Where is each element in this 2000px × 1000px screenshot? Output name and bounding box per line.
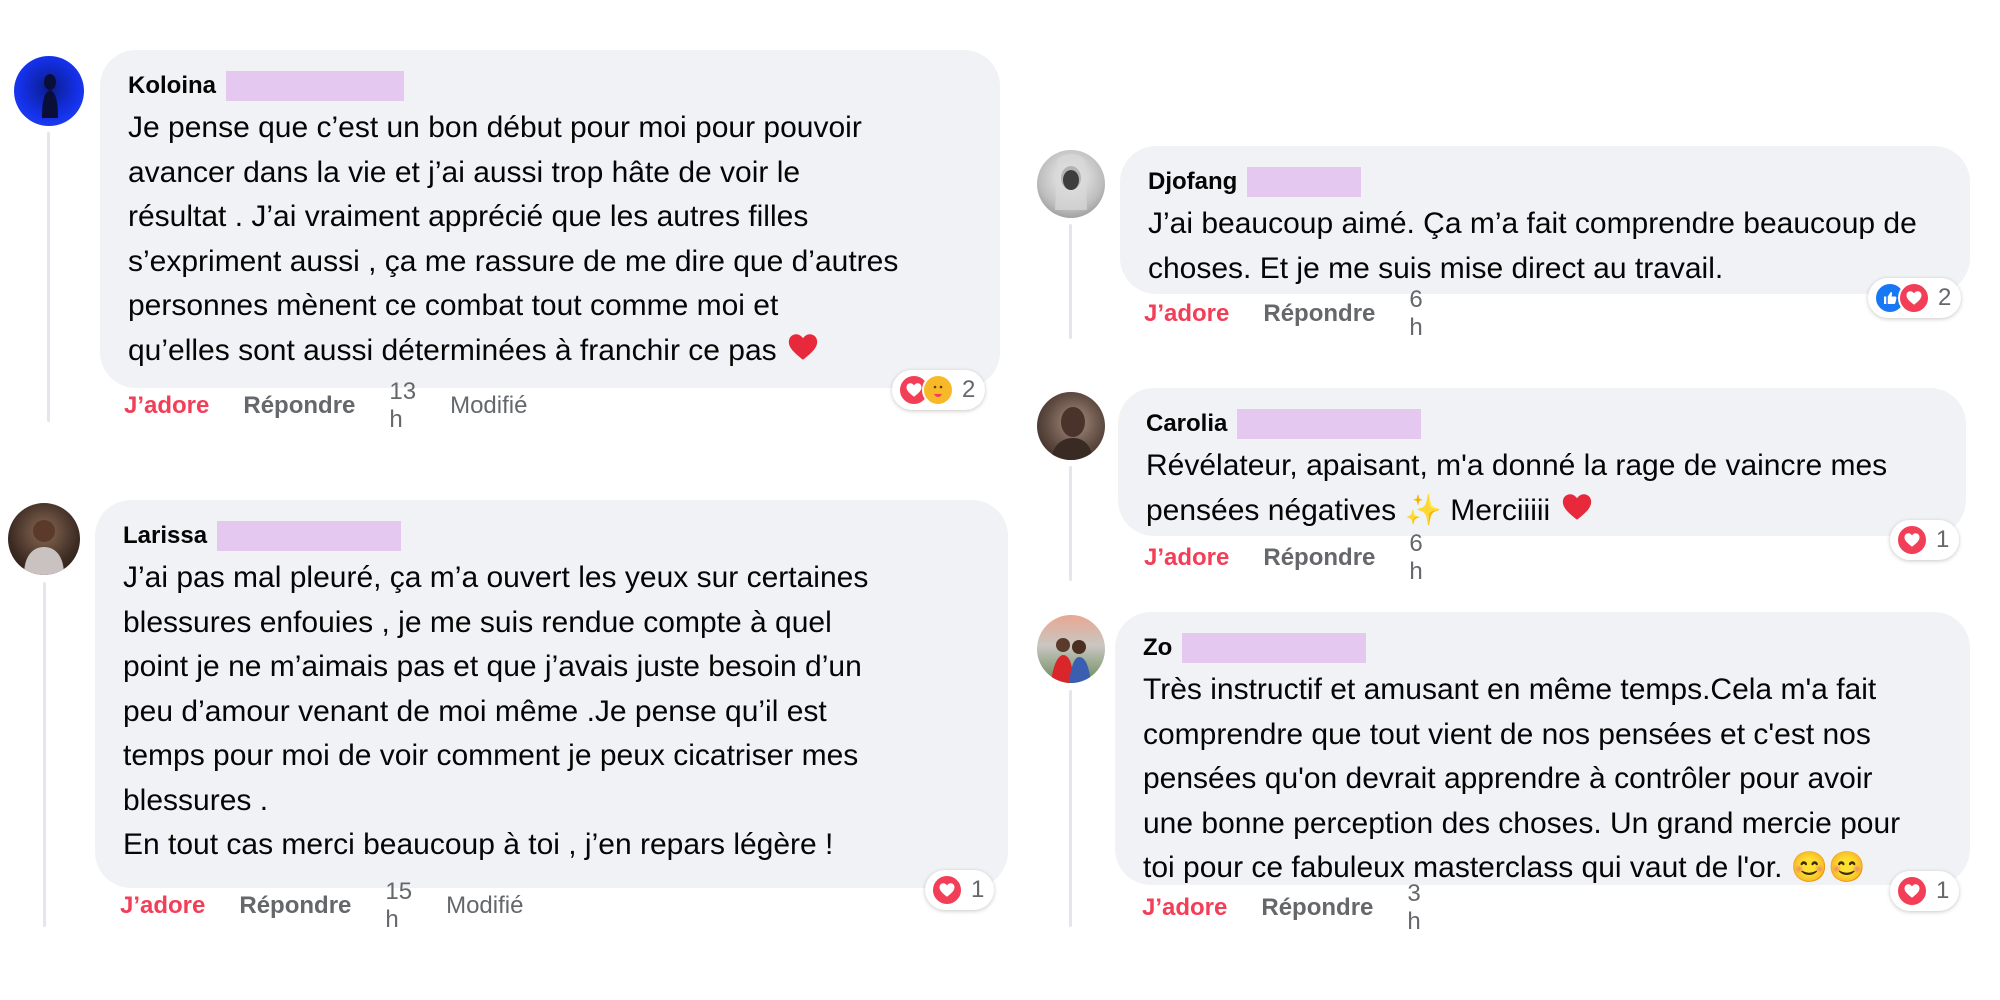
comment-text: Très instructif et amusant en même temps…	[1143, 673, 1901, 884]
love-button[interactable]: J’adore	[120, 892, 205, 920]
timestamp[interactable]: 6 h	[1409, 286, 1422, 342]
comment-author[interactable]: Larissa	[123, 522, 207, 550]
redacted-name	[217, 521, 402, 551]
reaction-summary[interactable]: 2	[892, 370, 986, 410]
comment-actions: J’adore Répondre 15 h Modifié	[120, 878, 523, 933]
love-button[interactable]: J’adore	[124, 392, 209, 420]
comment-actions: J’adore Répondre 6 h	[1144, 286, 1457, 341]
reaction-summary[interactable]: 1	[1890, 871, 1960, 911]
comment-bubble: Zo Très instructif et amusant en même te…	[1115, 612, 1970, 885]
comment-bubble: Carolia Révélateur, apaisant, m'a donné …	[1118, 388, 1966, 536]
avatar[interactable]	[1037, 615, 1105, 683]
love-button[interactable]: J’adore	[1144, 300, 1229, 328]
redacted-name	[226, 71, 404, 101]
red-heart-emoji-icon	[1559, 490, 1595, 524]
reaction-summary[interactable]: 2	[1868, 278, 1962, 318]
comment-text: J’ai pas mal pleuré, ça m’a ouvert les y…	[123, 561, 869, 861]
avatar[interactable]	[1037, 150, 1105, 218]
reaction-summary[interactable]: 1	[925, 870, 995, 910]
avatar-person-icon	[24, 520, 64, 575]
reply-button[interactable]: Répondre	[243, 392, 355, 420]
reaction-count: 2	[962, 376, 976, 403]
reply-button[interactable]: Répondre	[1263, 544, 1375, 572]
timestamp[interactable]: 15 h	[385, 878, 412, 934]
love-button[interactable]: J’adore	[1142, 894, 1227, 922]
redacted-name	[1182, 633, 1367, 663]
thread-line	[47, 132, 50, 422]
comment-actions: J’adore Répondre 6 h	[1144, 530, 1457, 585]
avatar-person-icon	[1055, 154, 1087, 210]
love-button[interactable]: J’adore	[1144, 544, 1229, 572]
reply-button[interactable]: Répondre	[1263, 300, 1375, 328]
thread-line	[1069, 466, 1072, 581]
comment-text: J’ai beaucoup aimé. Ça m’a fait comprend…	[1148, 207, 1917, 285]
thread-line	[1069, 690, 1072, 927]
heart-icon	[1896, 524, 1928, 556]
thread-line	[43, 582, 46, 927]
red-heart-emoji-icon	[785, 330, 821, 364]
comment-author[interactable]: Carolia	[1146, 410, 1227, 438]
care-icon	[922, 374, 954, 406]
avatar[interactable]	[14, 56, 84, 126]
comment-author[interactable]: Djofang	[1148, 168, 1237, 196]
reaction-count: 1	[1936, 526, 1950, 553]
reply-button[interactable]: Répondre	[239, 892, 351, 920]
avatar-people-icon	[1051, 638, 1091, 683]
comment-author[interactable]: Koloina	[128, 72, 216, 100]
reaction-count: 1	[971, 876, 985, 903]
comment-text: Je pense que c’est un bon début pour moi…	[128, 111, 899, 367]
avatar-silhouette-icon	[42, 74, 58, 118]
edited-label[interactable]: Modifié	[450, 392, 527, 420]
reaction-count: 1	[1936, 877, 1950, 904]
heart-icon	[1896, 875, 1928, 907]
avatar-person-icon	[1051, 407, 1093, 460]
timestamp[interactable]: 6 h	[1409, 530, 1422, 586]
reaction-summary[interactable]: 1	[1890, 520, 1960, 560]
heart-icon	[931, 874, 963, 906]
heart-icon	[1898, 282, 1930, 314]
comment-author[interactable]: Zo	[1143, 634, 1172, 662]
comment-text: Révélateur, apaisant, m'a donné la rage …	[1146, 449, 1888, 527]
reaction-count: 2	[1938, 284, 1952, 311]
edited-label[interactable]: Modifié	[446, 892, 523, 920]
comment-actions: J’adore Répondre 13 h Modifié	[124, 378, 527, 433]
redacted-name	[1247, 167, 1362, 197]
reply-button[interactable]: Répondre	[1261, 894, 1373, 922]
timestamp[interactable]: 3 h	[1407, 880, 1420, 936]
comment-bubble: Djofang J’ai beaucoup aimé. Ça m’a fait …	[1120, 146, 1970, 294]
comment-bubble: Larissa J’ai pas mal pleuré, ça m’a ouve…	[95, 500, 1008, 888]
comment-bubble: Koloina Je pense que c’est un bon début …	[100, 50, 1000, 388]
comment-actions: J’adore Répondre 3 h	[1142, 880, 1455, 935]
avatar[interactable]	[1037, 392, 1105, 460]
thread-line	[1069, 224, 1072, 339]
redacted-name	[1237, 409, 1422, 439]
avatar[interactable]	[8, 503, 80, 575]
timestamp[interactable]: 13 h	[389, 378, 416, 434]
